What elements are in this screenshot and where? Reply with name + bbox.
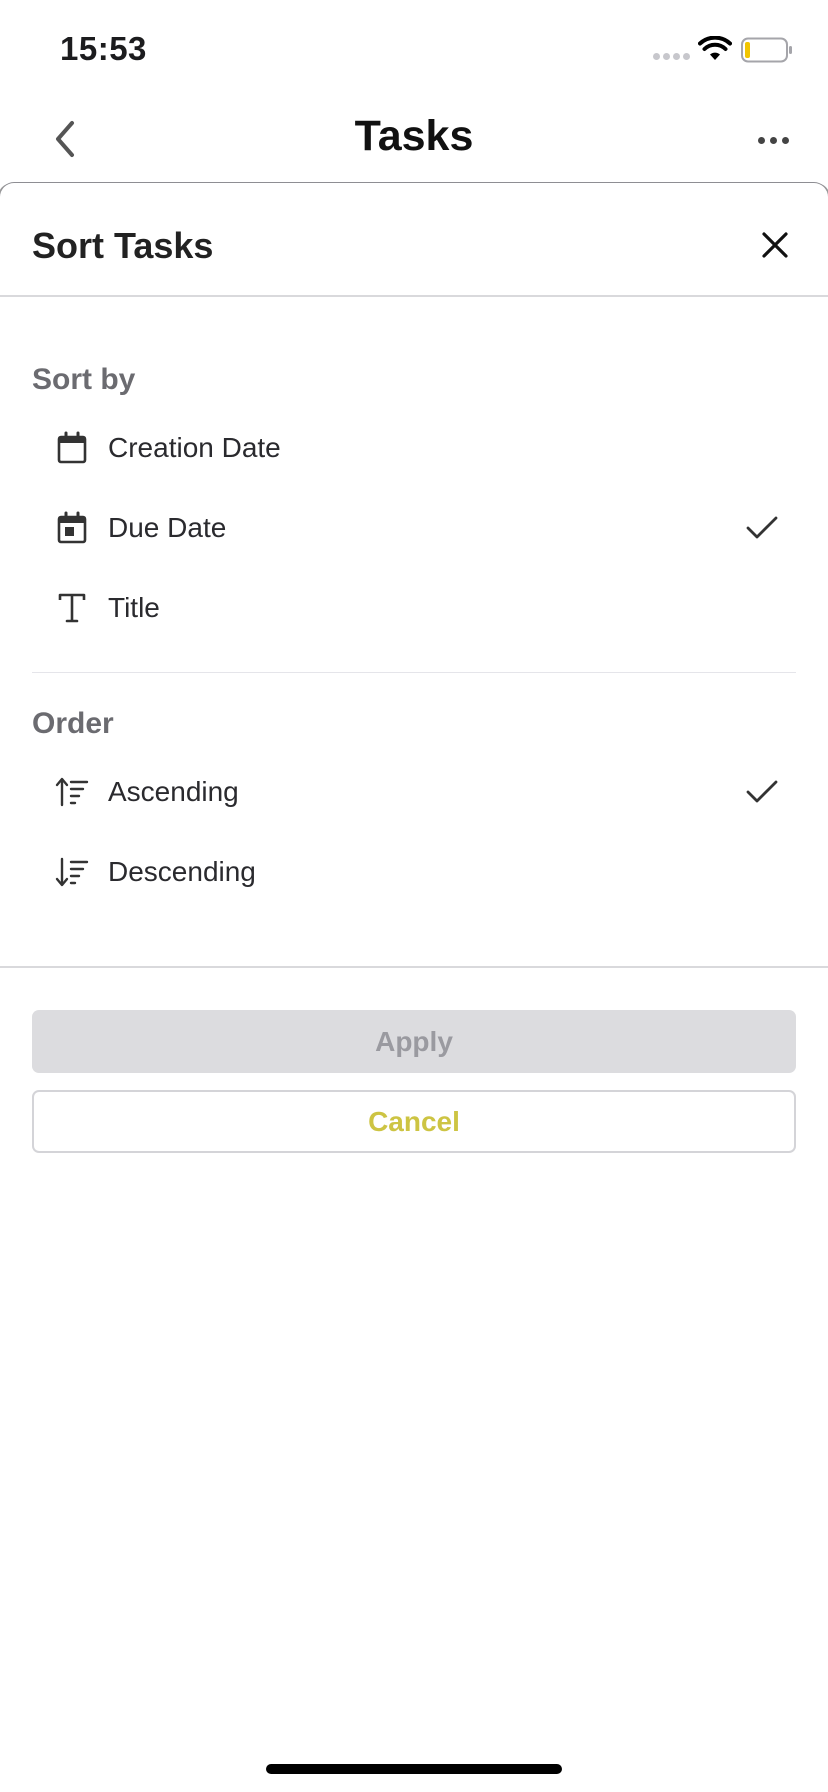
status-bar: 15:53 — [0, 0, 828, 100]
order-option-descending[interactable]: Descending — [32, 837, 796, 907]
sort-by-label: Sort by — [32, 363, 136, 396]
sort-option-creation-date[interactable]: Creation Date — [32, 413, 796, 483]
order-label: Order — [32, 707, 114, 740]
sort-option-title[interactable]: Title — [32, 573, 796, 643]
checkmark-icon — [742, 772, 782, 812]
sheet-header: Sort Tasks — [0, 183, 828, 297]
sort-tasks-sheet: Sort Tasks Sort by Creation Date Due Dat… — [0, 183, 828, 1723]
option-label: Descending — [108, 856, 256, 887]
apply-button[interactable]: Apply — [32, 1010, 796, 1073]
order-option-ascending[interactable]: Ascending — [32, 757, 796, 827]
sort-ascending-icon — [52, 772, 92, 812]
sort-option-due-date[interactable]: Due Date — [32, 493, 796, 563]
option-label: Due Date — [108, 512, 227, 543]
wifi-icon — [698, 36, 732, 60]
option-label: Creation Date — [108, 432, 281, 463]
close-button[interactable] — [755, 225, 795, 265]
screen: 15:53 Tasks Sort Tasks Sort by Creation … — [0, 0, 828, 1792]
sheet-title: Sort Tasks — [32, 225, 214, 266]
cancel-button[interactable]: Cancel — [32, 1090, 796, 1153]
option-label: Title — [108, 592, 160, 623]
battery-icon — [741, 37, 792, 63]
sort-descending-icon — [52, 852, 92, 892]
calendar-event-icon — [52, 508, 92, 548]
close-icon — [762, 232, 788, 258]
section-divider — [32, 672, 796, 673]
home-indicator[interactable] — [266, 1764, 562, 1774]
page-title: Tasks — [354, 112, 474, 160]
calendar-icon — [52, 428, 92, 468]
checkmark-icon — [742, 508, 782, 548]
cellular-signal-icon — [653, 53, 690, 60]
nav-bar: Tasks — [0, 100, 828, 184]
option-label: Ascending — [108, 776, 239, 807]
footer-divider — [0, 966, 828, 968]
status-time: 15:53 — [60, 30, 147, 67]
text-icon — [52, 588, 92, 628]
more-options-icon[interactable] — [748, 120, 798, 160]
